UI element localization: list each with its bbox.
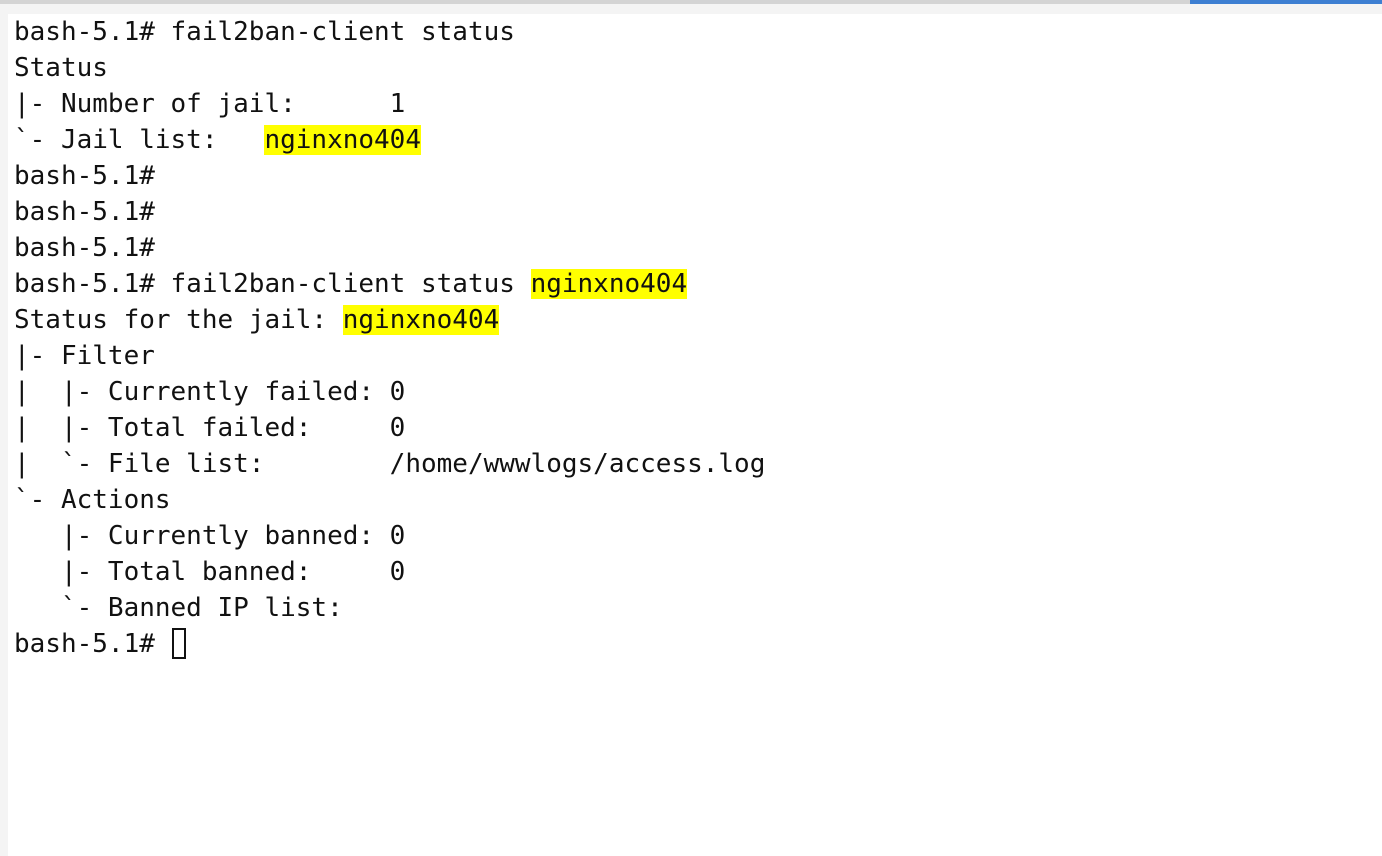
output-line: bash-5.1# — [14, 233, 155, 263]
output-line: `- Jail list: nginxno404 — [14, 125, 421, 155]
output-line: `- Banned IP list: — [14, 593, 343, 623]
output-line: |- Total banned: 0 — [14, 557, 406, 587]
output-line: | `- File list: /home/wwwlogs/access.log — [14, 449, 766, 479]
output-line: Status — [14, 53, 108, 83]
output-line: bash-5.1# fail2ban-client status nginxno… — [14, 269, 688, 299]
output-line: bash-5.1# fail2ban-client status — [14, 17, 515, 47]
output-line: |- Currently banned: 0 — [14, 521, 406, 551]
search-highlight: nginxno404 — [530, 269, 688, 299]
output-line: `- Actions — [14, 485, 171, 515]
terminal-window: bash-5.1# fail2ban-client status Status … — [0, 0, 1382, 856]
output-line: |- Number of jail: 1 — [14, 89, 406, 119]
output-line: bash-5.1# — [14, 161, 155, 191]
terminal-output: bash-5.1# fail2ban-client status Status … — [14, 14, 765, 662]
window-top-padding — [0, 4, 1382, 14]
shell-prompt: bash-5.1# — [14, 629, 171, 659]
output-line: bash-5.1# — [14, 197, 155, 227]
search-highlight: nginxno404 — [264, 125, 421, 155]
terminal-pane[interactable]: bash-5.1# fail2ban-client status Status … — [8, 14, 1382, 856]
window-left-padding — [0, 4, 8, 856]
text-cursor — [171, 628, 186, 659]
output-line: Status for the jail: nginxno404 — [14, 305, 500, 335]
output-line: |- Filter — [14, 341, 155, 371]
output-line: | |- Total failed: 0 — [14, 413, 406, 443]
command-prompt-line[interactable]: bash-5.1# — [14, 626, 765, 662]
search-highlight: nginxno404 — [342, 305, 500, 335]
output-line: | |- Currently failed: 0 — [14, 377, 406, 407]
